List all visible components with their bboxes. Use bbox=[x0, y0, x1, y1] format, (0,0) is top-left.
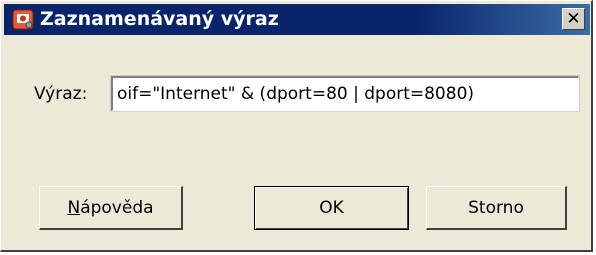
expression-label: Výraz: bbox=[34, 84, 88, 104]
close-button[interactable]: ✕ bbox=[562, 8, 585, 30]
dialog-window: Zaznamenávaný výraz ✕ Výraz: Nápověda OK… bbox=[0, 0, 593, 252]
ok-button[interactable]: OK bbox=[254, 186, 409, 230]
ok-button-label: OK bbox=[319, 198, 344, 218]
cancel-button-label: Storno bbox=[468, 197, 524, 218]
title-bar[interactable]: Zaznamenávaný výraz ✕ bbox=[4, 4, 590, 35]
help-button-accesskey: N bbox=[67, 197, 81, 218]
window-title: Zaznamenávaný výraz bbox=[40, 8, 279, 30]
app-icon bbox=[12, 9, 34, 30]
help-button-label: ápověda bbox=[80, 197, 154, 218]
cancel-button[interactable]: Storno bbox=[426, 186, 567, 230]
close-icon: ✕ bbox=[566, 8, 581, 29]
help-button[interactable]: Nápověda bbox=[39, 186, 183, 230]
expression-input[interactable] bbox=[110, 75, 580, 112]
